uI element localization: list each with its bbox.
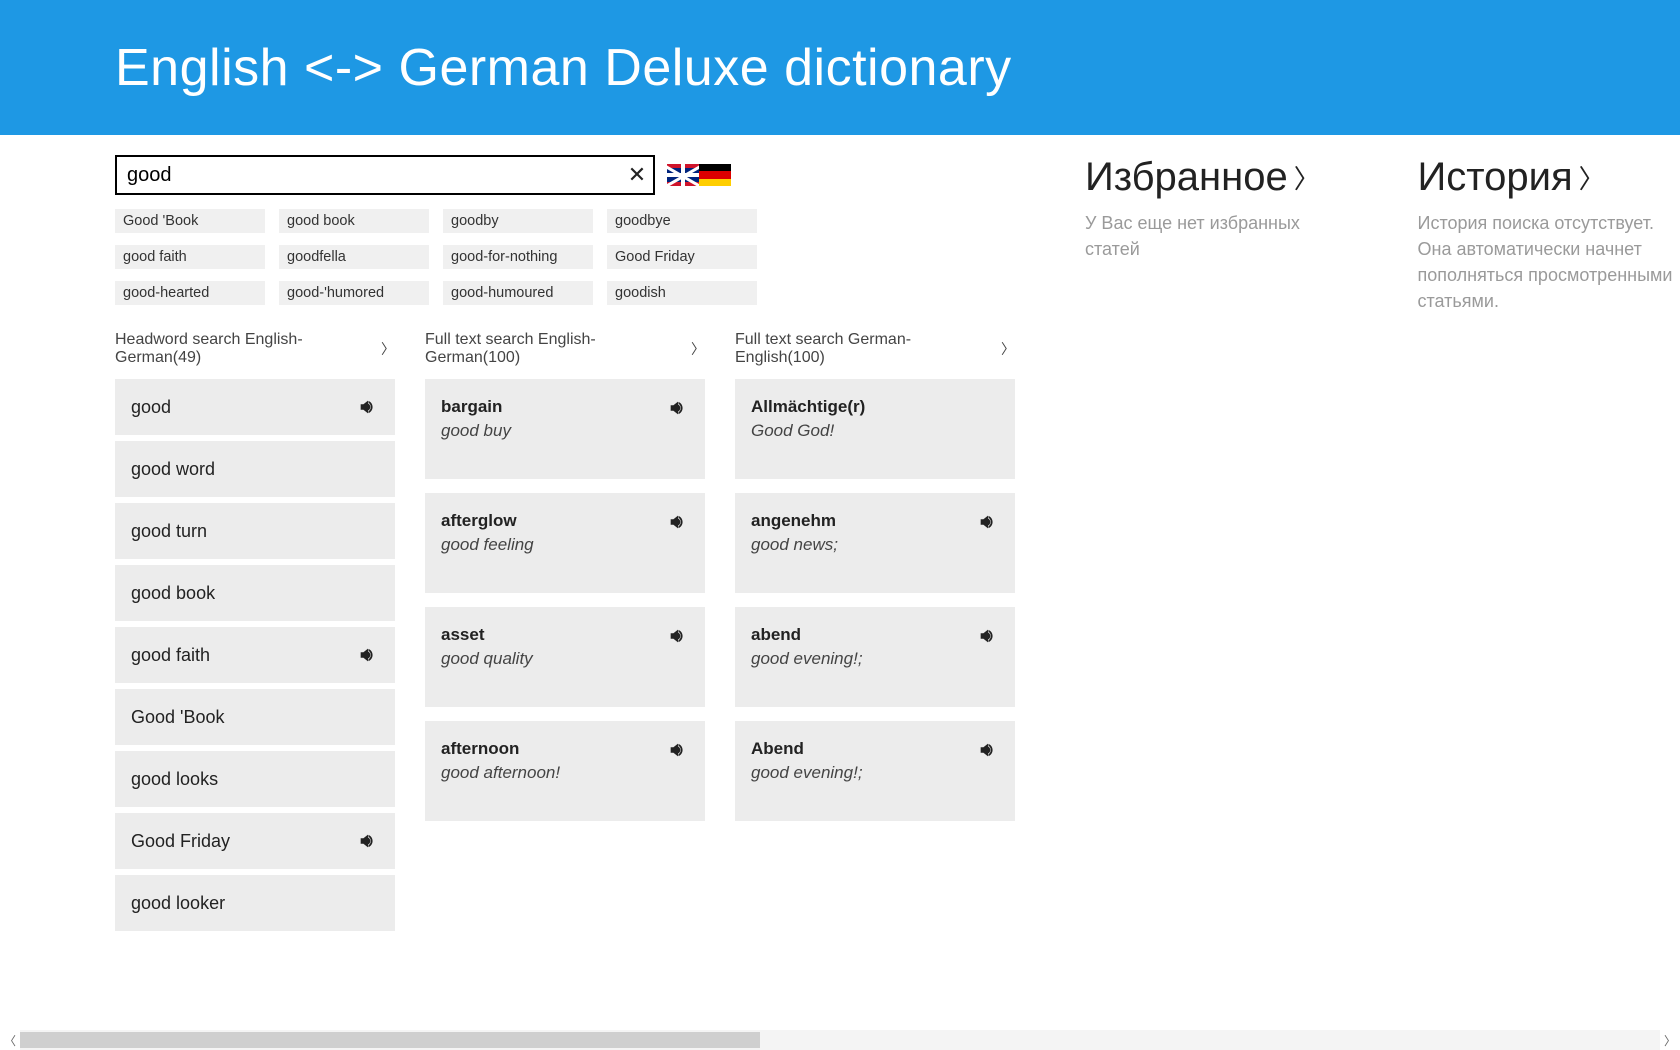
search-input[interactable] [117, 164, 621, 187]
language-flags[interactable] [667, 164, 731, 186]
result-card[interactable]: Allmächtige(r) Good God! [735, 379, 1015, 479]
result-term: good looker [131, 893, 225, 914]
column-header-full-de-en[interactable]: Full text search German-English(100)〉 [735, 331, 1015, 367]
favorites-empty-text: У Вас еще нет избранных статей [1085, 210, 1348, 262]
suggestion-chip[interactable]: good-humoured [443, 281, 593, 305]
column-headword: Headword search English-German(49)〉 good… [115, 331, 395, 937]
suggestion-chip[interactable]: Good 'Book [115, 209, 265, 233]
result-term: good faith [131, 645, 210, 666]
result-definition: good news; [751, 535, 838, 555]
result-term: Good Friday [131, 831, 230, 852]
column-header-headword[interactable]: Headword search English-German(49)〉 [115, 331, 395, 367]
result-term: Allmächtige(r) [751, 397, 865, 417]
chevron-right-icon: 〉 [381, 339, 395, 359]
scroll-track[interactable] [20, 1030, 1660, 1050]
suggestion-chip[interactable]: goodbye [607, 209, 757, 233]
flag-de-icon [699, 164, 731, 186]
result-card[interactable]: good book [115, 565, 395, 621]
suggestion-chip[interactable]: goodby [443, 209, 593, 233]
result-definition: good feeling [441, 535, 534, 555]
result-card[interactable]: good turn [115, 503, 395, 559]
column-full-en-de: Full text search English-German(100)〉 ba… [425, 331, 705, 937]
speaker-icon[interactable] [667, 739, 689, 761]
result-definition: Good God! [751, 421, 865, 441]
result-card[interactable]: Good Friday [115, 813, 395, 869]
result-term: angenehm [751, 511, 838, 531]
scroll-left-button[interactable]: 〈 [0, 1030, 20, 1050]
speaker-icon[interactable] [357, 396, 379, 418]
suggestion-chip[interactable]: good-for-nothing [443, 245, 593, 269]
column-header-full-en-de[interactable]: Full text search English-German(100)〉 [425, 331, 705, 367]
result-definition: good evening!; [751, 763, 863, 783]
speaker-icon[interactable] [357, 830, 379, 852]
result-term: Abend [751, 739, 863, 759]
speaker-icon[interactable] [667, 625, 689, 647]
result-card[interactable]: angenehm good news; [735, 493, 1015, 593]
column-full-de-en: Full text search German-English(100)〉 Al… [735, 331, 1015, 937]
horizontal-scrollbar[interactable]: 〈 〉 [0, 1030, 1680, 1050]
favorites-panel: Избранное〉 У Вас еще нет избранных стате… [1085, 155, 1348, 937]
suggestion-chip[interactable]: good-hearted [115, 281, 265, 305]
result-term: asset [441, 625, 533, 645]
favorites-title[interactable]: Избранное〉 [1085, 155, 1348, 200]
result-card[interactable]: good word [115, 441, 395, 497]
app-header: English <-> German Deluxe dictionary [0, 0, 1680, 135]
result-term: bargain [441, 397, 511, 417]
speaker-icon[interactable] [667, 397, 689, 419]
result-term: good turn [131, 521, 207, 542]
result-card[interactable]: good [115, 379, 395, 435]
result-definition: good quality [441, 649, 533, 669]
result-card[interactable]: Good 'Book [115, 689, 395, 745]
speaker-icon[interactable] [357, 644, 379, 666]
history-panel: История〉 История поиска отсутствует. Она… [1418, 155, 1680, 937]
suggestion-chip[interactable]: goodish [607, 281, 757, 305]
result-term: good looks [131, 769, 218, 790]
result-definition: good buy [441, 421, 511, 441]
suggestion-chip[interactable]: good book [279, 209, 429, 233]
result-term: good word [131, 459, 215, 480]
result-card[interactable]: good looks [115, 751, 395, 807]
chevron-right-icon: 〉 [1294, 159, 1320, 196]
app-title: English <-> German Deluxe dictionary [115, 38, 1012, 98]
speaker-icon[interactable] [977, 739, 999, 761]
result-term: abend [751, 625, 863, 645]
close-icon: ✕ [628, 162, 646, 188]
suggestion-chip[interactable]: good faith [115, 245, 265, 269]
result-card[interactable]: abend good evening!; [735, 607, 1015, 707]
search-box: ✕ [115, 155, 655, 195]
result-card[interactable]: good looker [115, 875, 395, 931]
flag-uk-icon [667, 164, 699, 186]
result-card[interactable]: good faith [115, 627, 395, 683]
suggestion-chip[interactable]: Good Friday [607, 245, 757, 269]
chevron-right-icon: 〉 [1001, 339, 1015, 359]
chevron-right-icon: 〉 [1579, 159, 1605, 196]
speaker-icon[interactable] [977, 625, 999, 647]
clear-search-button[interactable]: ✕ [621, 157, 653, 193]
result-term: good [131, 397, 171, 418]
scroll-right-button[interactable]: 〉 [1660, 1030, 1680, 1050]
result-term: good book [131, 583, 215, 604]
result-card[interactable]: asset good quality [425, 607, 705, 707]
result-card[interactable]: bargain good buy [425, 379, 705, 479]
result-term: afternoon [441, 739, 560, 759]
history-empty-text: История поиска отсутствует. Она автомати… [1418, 210, 1680, 314]
result-card[interactable]: afterglow good feeling [425, 493, 705, 593]
scroll-thumb[interactable] [20, 1032, 760, 1048]
result-card[interactable]: afternoon good afternoon! [425, 721, 705, 821]
suggestion-grid: Good 'Book good book goodby goodbye good fai… [115, 209, 765, 305]
result-card[interactable]: Abend good evening!; [735, 721, 1015, 821]
suggestion-chip[interactable]: good-'humored [279, 281, 429, 305]
chevron-right-icon: 〉 [691, 339, 705, 359]
history-title[interactable]: История〉 [1418, 155, 1680, 200]
suggestion-chip[interactable]: goodfella [279, 245, 429, 269]
speaker-icon[interactable] [667, 511, 689, 533]
result-definition: good afternoon! [441, 763, 560, 783]
speaker-icon[interactable] [977, 511, 999, 533]
result-term: afterglow [441, 511, 534, 531]
result-term: Good 'Book [131, 707, 225, 728]
result-definition: good evening!; [751, 649, 863, 669]
